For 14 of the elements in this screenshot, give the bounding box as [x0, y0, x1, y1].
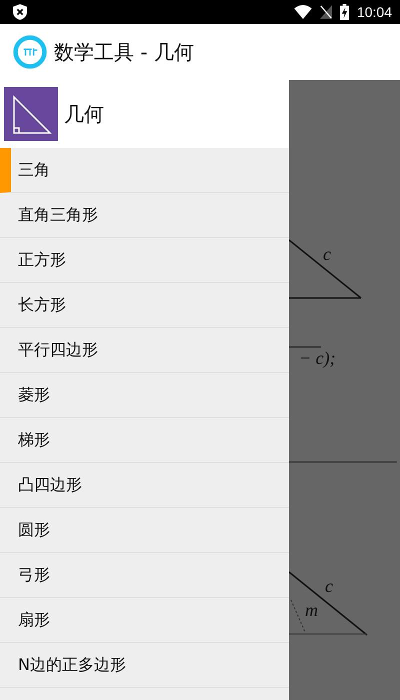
shield-icon: [13, 4, 27, 20]
app-logo-icon: [12, 34, 48, 70]
math-label: c: [325, 576, 333, 596]
battery-charging-icon: [340, 4, 349, 20]
drawer-header-title: 几何: [64, 100, 104, 128]
math-label: − c);: [299, 348, 336, 368]
dashed-line: [290, 600, 306, 632]
no-signal-icon: [320, 5, 332, 19]
math-label: m: [305, 600, 318, 620]
status-time: 10:04: [356, 4, 392, 20]
math-label: c: [323, 244, 331, 264]
diagram-line: [289, 346, 322, 348]
app-title: 数学工具 - 几何: [54, 38, 194, 66]
wifi-icon: [294, 5, 312, 19]
